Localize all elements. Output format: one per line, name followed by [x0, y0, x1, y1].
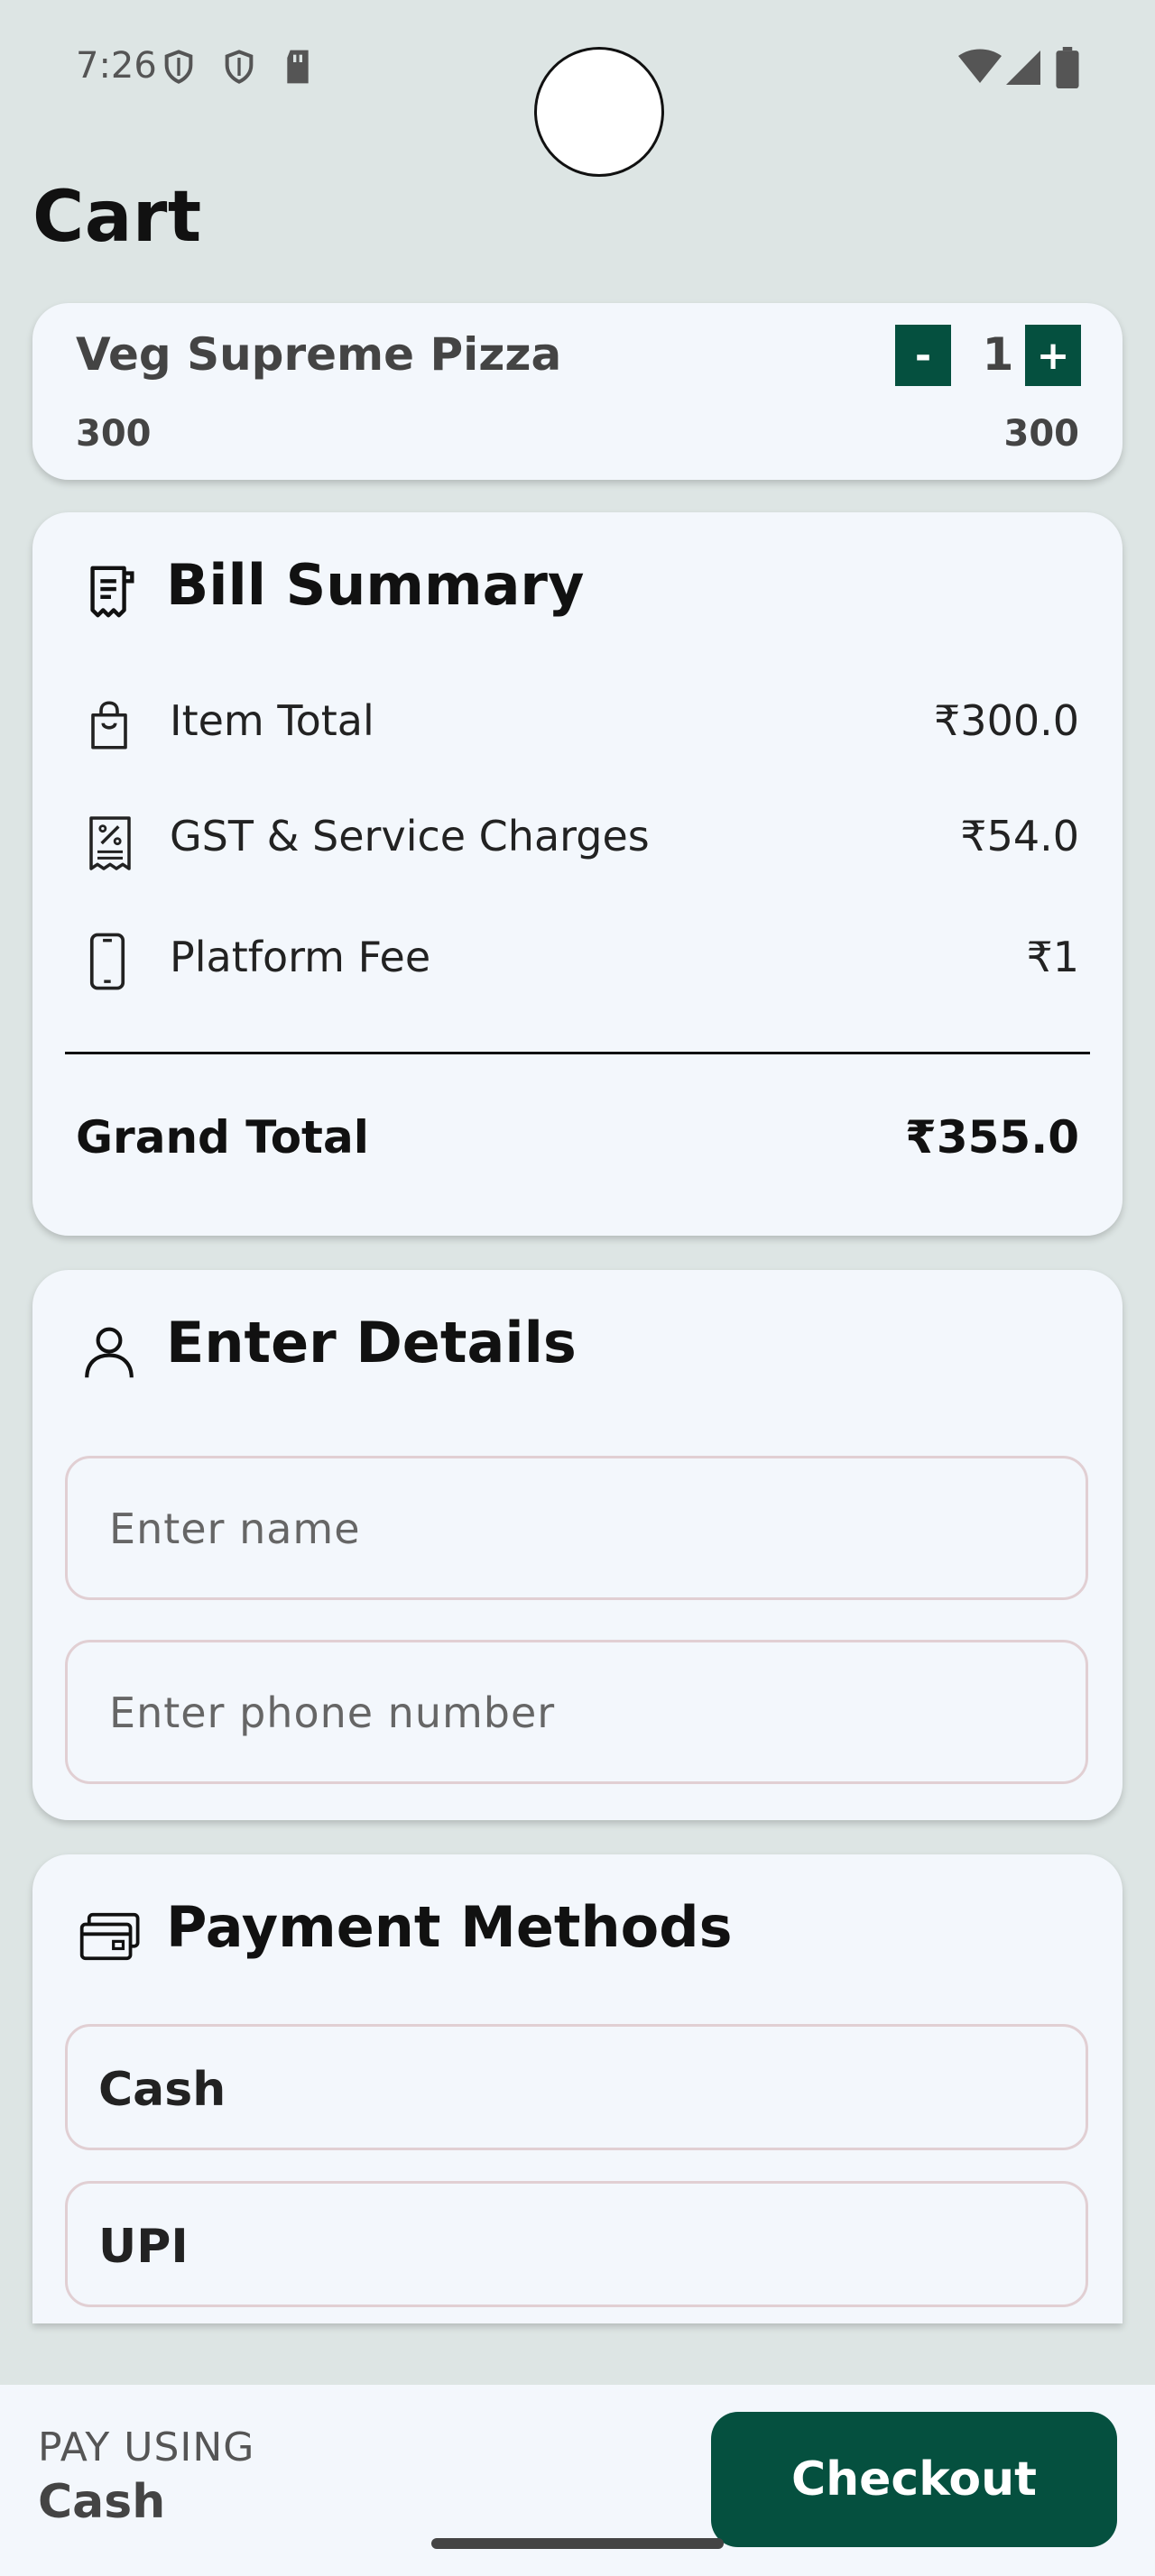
bill-divider	[65, 1052, 1090, 1054]
shopping-bag-icon	[85, 698, 134, 756]
battery-icon	[1056, 47, 1079, 92]
payment-title: Payment Methods	[166, 1894, 733, 1960]
item-total-value: ₹300.0	[934, 696, 1079, 745]
home-indicator[interactable]	[431, 2538, 724, 2549]
phone-input[interactable]	[107, 1642, 1049, 1783]
item-total-label: Item Total	[170, 696, 374, 745]
shield-icon	[161, 49, 197, 88]
grand-total-label: Grand Total	[76, 1111, 369, 1164]
status-time: 7:26	[76, 45, 157, 87]
payment-methods-card: Payment Methods Cash UPI	[32, 1854, 1123, 2323]
status-bar: 7:26	[0, 0, 1155, 177]
phone-field[interactable]	[65, 1640, 1088, 1784]
sd-card-icon	[282, 49, 314, 88]
phone-icon	[85, 933, 130, 994]
cart-item-card: Veg Supreme Pizza - 1 + 300 300	[32, 303, 1123, 480]
user-icon	[79, 1319, 139, 1385]
increment-button[interactable]: +	[1025, 325, 1081, 386]
item-name: Veg Supreme Pizza	[76, 328, 562, 381]
camera-cutout	[534, 47, 664, 177]
item-quantity: 1	[982, 328, 1014, 381]
cellular-signal-icon	[1005, 51, 1041, 88]
details-card: Enter Details	[32, 1270, 1123, 1820]
payment-option-cash[interactable]: Cash	[65, 2024, 1088, 2150]
wifi-icon	[958, 49, 1002, 88]
checkout-button[interactable]: Checkout	[711, 2412, 1117, 2547]
bill-summary-title: Bill Summary	[166, 552, 585, 618]
grand-total-value: ₹355.0	[905, 1111, 1079, 1164]
payment-option-upi[interactable]: UPI	[65, 2181, 1088, 2307]
selected-payment-method[interactable]: Cash	[38, 2475, 165, 2529]
receipt-icon	[79, 559, 143, 628]
gst-value: ₹54.0	[960, 812, 1079, 860]
item-price: 300	[76, 413, 152, 455]
decrement-button[interactable]: -	[895, 325, 951, 386]
item-subtotal: 300	[1003, 413, 1080, 455]
screen: 7:26 Cart Veg Supreme Pizza - 1 + 300 30…	[0, 0, 1155, 2576]
credit-card-icon	[79, 1909, 143, 1968]
page-title: Cart	[32, 177, 202, 258]
pay-using-label: PAY USING	[38, 2424, 255, 2470]
platform-fee-label: Platform Fee	[170, 933, 431, 981]
shield-icon	[221, 49, 257, 88]
payment-option-label: UPI	[98, 2220, 189, 2274]
platform-fee-value: ₹1	[1026, 933, 1079, 981]
details-title: Enter Details	[166, 1310, 577, 1375]
bill-summary-card: Bill Summary Item Total ₹300.0 GST & Ser…	[32, 512, 1123, 1236]
gst-label: GST & Service Charges	[170, 812, 650, 860]
payment-option-label: Cash	[98, 2063, 226, 2117]
name-input[interactable]	[107, 1458, 1049, 1599]
name-field[interactable]	[65, 1456, 1088, 1600]
tax-receipt-icon	[85, 814, 135, 877]
